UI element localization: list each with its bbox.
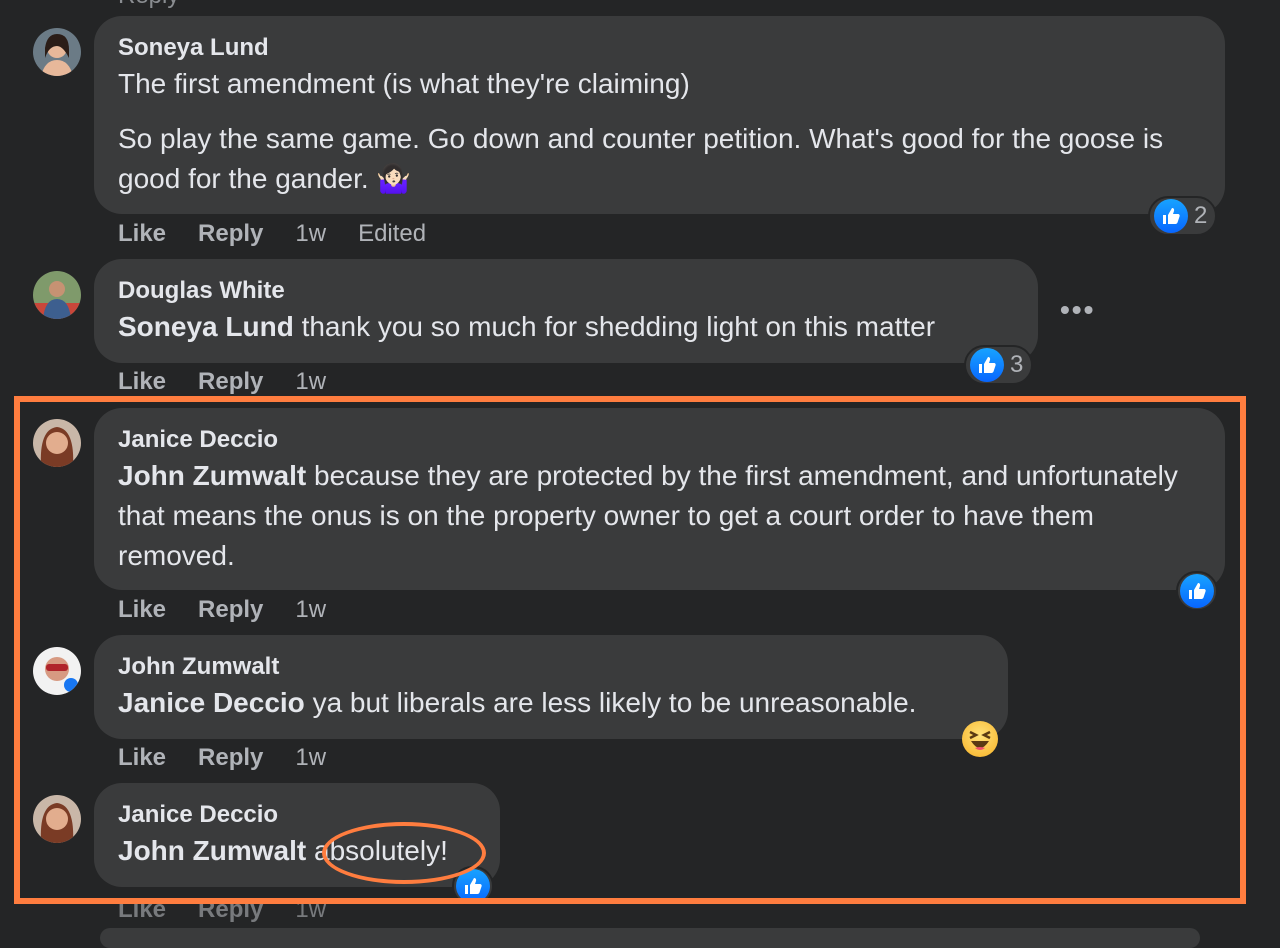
comment-actions: Like Reply 1w — [118, 744, 326, 772]
avatar-douglas-white[interactable] — [33, 271, 81, 319]
timestamp[interactable]: 1w — [295, 220, 326, 248]
timestamp[interactable]: 1w — [295, 896, 326, 924]
like-icon — [970, 348, 1004, 382]
comment-author[interactable]: Soneya Lund — [118, 34, 1201, 62]
haha-icon — [962, 721, 998, 757]
comment-actions: Like Reply 1w — [118, 596, 326, 624]
like-button[interactable]: Like — [118, 368, 166, 396]
like-button[interactable]: Like — [118, 220, 166, 248]
mention-link[interactable]: John Zumwalt — [118, 835, 306, 866]
avatar-photo-icon — [33, 647, 81, 695]
comment-actions: Like Reply 1w Edited — [118, 220, 426, 248]
reaction-summary[interactable]: 3 — [964, 345, 1034, 385]
comment-bubble: Janice Deccio John Zumwalt because they … — [94, 408, 1225, 590]
timestamp[interactable]: 1w — [295, 744, 326, 772]
avatar-soneya-lund[interactable] — [33, 28, 81, 76]
reaction-summary[interactable] — [960, 719, 1000, 759]
reaction-summary[interactable] — [1176, 571, 1218, 611]
comment-author[interactable]: John Zumwalt — [118, 653, 984, 681]
like-icon — [456, 869, 490, 903]
comment-bubble: John Zumwalt Janice Deccio ya but libera… — [94, 635, 1008, 739]
comment-bubble: Douglas White Soneya Lund thank you so m… — [94, 259, 1038, 363]
reaction-summary[interactable]: 2 — [1148, 196, 1218, 236]
avatar-photo-icon — [33, 271, 81, 319]
reply-button[interactable]: Reply — [198, 368, 263, 396]
comment-author[interactable]: Janice Deccio — [118, 426, 1201, 454]
reaction-count: 3 — [1010, 351, 1024, 378]
reply-button[interactable]: Reply — [198, 220, 263, 248]
like-icon — [1180, 574, 1214, 608]
more-options-icon[interactable]: ••• — [1060, 294, 1095, 326]
comment-author[interactable]: Janice Deccio — [118, 801, 476, 829]
comment-text: Soneya Lund thank you so much for sheddi… — [118, 307, 1014, 347]
comment-text-line-2: So play the same game. Go down and count… — [118, 123, 1164, 194]
timestamp[interactable]: 1w — [295, 368, 326, 396]
previous-reply-link[interactable]: Reply — [118, 0, 179, 10]
comment-body: absolutely! — [314, 835, 448, 866]
comment-body: ya but liberals are less likely to be un… — [312, 687, 917, 718]
edited-label[interactable]: Edited — [358, 220, 426, 248]
like-button[interactable]: Like — [118, 596, 166, 624]
comment-actions: Like Reply 1w — [118, 368, 326, 396]
avatar-janice-deccio[interactable] — [33, 795, 81, 843]
comment-author[interactable]: Douglas White — [118, 277, 1014, 305]
avatar-photo-icon — [33, 795, 81, 843]
avatar-janice-deccio[interactable] — [33, 419, 81, 467]
comment-text: Janice Deccio ya but liberals are less l… — [118, 683, 984, 723]
next-comment-bubble — [100, 928, 1200, 948]
avatar-photo-icon — [33, 419, 81, 467]
mention-link[interactable]: Janice Deccio — [118, 687, 305, 718]
comment-bubble: Soneya Lund The first amendment (is what… — [94, 16, 1225, 214]
reaction-summary[interactable] — [452, 866, 494, 906]
comment-text: John Zumwalt absolutely! — [118, 831, 476, 871]
comment-body: thank you so much for shedding light on … — [301, 311, 936, 342]
like-button[interactable]: Like — [118, 896, 166, 924]
reply-button[interactable]: Reply — [198, 896, 263, 924]
reply-button[interactable]: Reply — [198, 596, 263, 624]
like-icon — [1154, 199, 1188, 233]
reply-button[interactable]: Reply — [198, 744, 263, 772]
avatar-photo-icon — [33, 28, 81, 76]
mention-link[interactable]: Soneya Lund — [118, 311, 294, 342]
like-button[interactable]: Like — [118, 744, 166, 772]
comment-bubble: Janice Deccio John Zumwalt absolutely! — [94, 783, 500, 887]
reaction-count: 2 — [1194, 202, 1208, 229]
timestamp[interactable]: 1w — [295, 596, 326, 624]
comment-text-line-1: The first amendment (is what they're cla… — [118, 68, 690, 99]
mention-link[interactable]: John Zumwalt — [118, 460, 306, 491]
comment-text: John Zumwalt because they are protected … — [118, 456, 1201, 576]
comment-actions: Like Reply 1w — [118, 896, 326, 924]
avatar-john-zumwalt[interactable] — [33, 647, 81, 695]
